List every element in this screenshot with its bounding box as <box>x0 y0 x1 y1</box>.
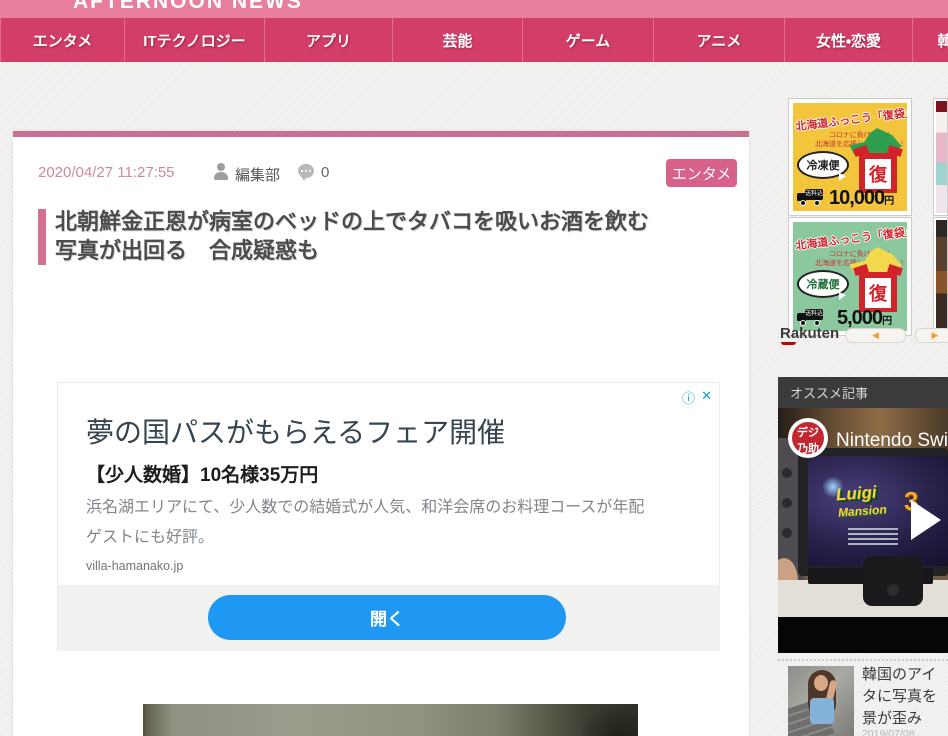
ad-close-icon[interactable]: ✕ <box>701 388 712 404</box>
page: AFTERNOON NEWS エンタメ ITテクノロジー アプリ 芸能 ゲーム … <box>0 0 948 736</box>
nav-item-anime[interactable]: アニメ <box>653 18 784 62</box>
site-logo[interactable]: AFTERNOON NEWS <box>73 0 303 14</box>
article-date: 2020/04/27 11:27:55 <box>38 164 175 181</box>
video-channel-badge: デジ 乃助 <box>790 420 826 456</box>
related-article-item[interactable]: 韓国のアイ タに写真を 景が歪み 2019/07/08 <box>778 666 948 736</box>
video-thumbnail: Luigi Mansion 3 デジ 乃助 Nintendo Swit <box>778 408 948 617</box>
ad-body: 浜名湖エリアにて、少人数での結婚式が人気、和洋会席のお料理コースが年配 ゲストに… <box>86 493 686 553</box>
inline-ad[interactable]: ⓘ ✕ 夢の国パスがもらえるフェア開催 【少人数婚】10名様35万円 浜名湖エリ… <box>57 382 720 651</box>
price: 10,000円 <box>829 187 894 209</box>
site-header: AFTERNOON NEWS <box>0 0 948 18</box>
category-badge[interactable]: エンタメ <box>666 159 737 187</box>
nav-item-it-technology[interactable]: ITテクノロジー <box>124 18 264 62</box>
recommend-header: オススメ記事 <box>778 377 948 408</box>
author-icon <box>213 163 229 180</box>
article-image <box>143 704 638 736</box>
rakuten-ad-10000[interactable]: 北海道ふっこう「復袋」 コロナに負けない！北海道を応援してください！ 冷凍便 復… <box>788 98 912 216</box>
main-nav: エンタメ ITテクノロジー アプリ 芸能 ゲーム アニメ 女性・恋愛 韓流 <box>0 18 948 62</box>
delivery-bubble-tail <box>839 292 846 300</box>
ad-body-line1: 浜名湖エリアにて、少人数での結婚式が人気、和洋会席のお料理コースが年配 <box>86 499 645 516</box>
ad-footer: 開く <box>58 585 719 651</box>
comment-icon <box>298 164 315 181</box>
rakuten-logo: Rakuten <box>780 325 840 345</box>
article-title-block: 北朝鮮金正恩が病室のベッドの上でタバコを吸いお酒を飲む 写真が出回る 合成疑惑も <box>38 207 728 265</box>
sidebar-divider <box>778 659 948 661</box>
ad-body-line2: ゲストにも好評。 <box>86 529 215 546</box>
rakuten-ad-partial-top[interactable] <box>933 98 948 216</box>
screen-title-luigi: Luigi <box>835 482 878 505</box>
truck-icon: 送料込 <box>797 189 827 207</box>
article-image-plant-shadow <box>578 704 638 736</box>
article-meta: 2020/04/27 11:27:55 編集部 0 エンタメ <box>13 137 749 197</box>
ad-title[interactable]: 夢の国パスがもらえるフェア開催 <box>86 411 505 451</box>
article-author: 編集部 <box>235 167 281 184</box>
ad-url: villa-hamanako.jp <box>86 559 184 573</box>
nav-item-hanryu-partial[interactable]: 韓流 <box>912 18 948 62</box>
title-accent-bar <box>38 209 46 265</box>
nav-item-josei-renai[interactable]: 女性・恋愛 <box>784 18 912 62</box>
price: 5,000円 <box>837 307 892 329</box>
article-title-line1: 北朝鮮金正恩が病室のベッドの上でタバコを吸いお酒を飲む <box>55 209 650 234</box>
nav-item-game[interactable]: ゲーム <box>522 18 653 62</box>
play-icon[interactable] <box>911 500 941 540</box>
audio-adapter <box>863 556 923 606</box>
carousel-next-button[interactable]: ▶ <box>915 328 948 343</box>
nav-item-apps[interactable]: アプリ <box>264 18 392 62</box>
ad-open-button[interactable]: 開く <box>208 595 566 640</box>
nav-item-geinou[interactable]: 芸能 <box>392 18 522 62</box>
carousel-prev-button[interactable]: ◀ <box>845 328 906 343</box>
comment-count: 0 <box>321 164 330 181</box>
related-article-thumbnail <box>788 666 854 736</box>
article-card: 2020/04/27 11:27:55 編集部 0 エンタメ 北朝鮮金正恩が病室… <box>13 131 749 736</box>
screen-menu-lines <box>848 528 898 546</box>
delivery-bubble-tail <box>839 173 846 181</box>
article-title-line2: 写真が出回る 合成疑惑も <box>55 238 320 263</box>
fukubukuro-box-icon: 復 <box>853 264 903 312</box>
ad-info-icon[interactable]: ⓘ <box>682 388 695 407</box>
rakuten-ad-5000[interactable]: 北海道ふっこう「復袋」 コロナに負けない！北海道を応援してください！ 冷蔵便 復… <box>788 217 912 336</box>
video-letterbox <box>778 617 948 653</box>
screen-title-mansion: Mansion <box>837 502 888 520</box>
ad-subtitle: 【少人数婚】10名様35万円 <box>86 465 319 486</box>
nav-item-entame[interactable]: エンタメ <box>0 18 124 62</box>
related-article-title: 韓国のアイ タに写真を 景が歪み <box>862 666 938 727</box>
related-article-date: 2019/07/08 <box>862 728 915 736</box>
recommend-video-player[interactable]: Luigi Mansion 3 デジ 乃助 Nintendo Swit <box>778 408 948 653</box>
price-row: 送料込 10,000円 <box>797 187 905 209</box>
video-title: Nintendo Swit <box>836 430 948 451</box>
article-title: 北朝鮮金正恩が病室のベッドの上でタバコを吸いお酒を飲む 写真が出回る 合成疑惑も <box>55 207 728 265</box>
rakuten-ad-partial-bottom[interactable] <box>933 217 948 336</box>
